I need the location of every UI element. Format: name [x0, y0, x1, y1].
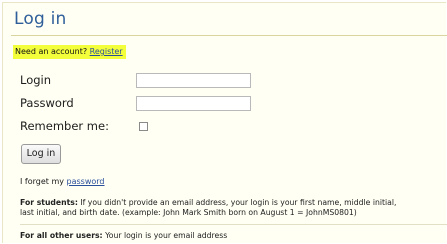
other-users-note: For all other users: Your login is your …: [20, 231, 227, 240]
forgot-password-text: I forget my password: [20, 177, 105, 186]
page-title: Log in: [14, 9, 67, 29]
notes-divider: [20, 224, 447, 225]
other-users-label: For all other users:: [20, 231, 103, 240]
students-note-label: For students:: [20, 198, 78, 207]
students-note-line1: If you didn't provide an email address, …: [80, 198, 397, 207]
forgot-password-prefix: I forget my: [20, 177, 64, 186]
students-note-line2: last initial, and birth date. (example: …: [20, 208, 357, 217]
signup-prompt-text: Need an account?: [15, 47, 88, 56]
login-button[interactable]: Log in: [21, 144, 61, 164]
remember-me-checkbox[interactable]: [139, 122, 148, 131]
login-input[interactable]: [136, 73, 251, 88]
login-panel: Log in Need an account? Register Login P…: [2, 2, 447, 243]
password-label: Password: [20, 96, 74, 110]
other-users-text: Your login is your email address: [105, 231, 228, 240]
forgot-password-link[interactable]: password: [67, 177, 105, 186]
students-note: For students: If you didn't provide an e…: [20, 198, 447, 218]
remember-me-label: Remember me:: [20, 119, 109, 133]
login-label: Login: [20, 73, 52, 87]
password-input[interactable]: [136, 96, 251, 111]
register-link[interactable]: Register: [90, 47, 123, 56]
signup-prompt: Need an account? Register: [13, 45, 126, 59]
title-divider: [11, 35, 447, 36]
